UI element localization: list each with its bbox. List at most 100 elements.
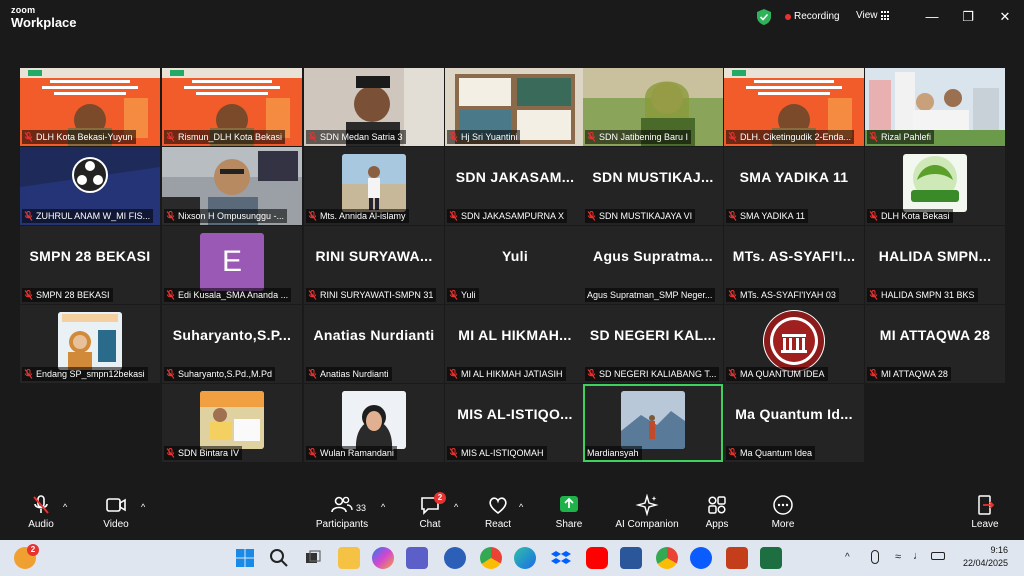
participant-tile[interactable]: Mts. Annida Al-islamy <box>304 147 444 225</box>
teams-icon[interactable] <box>406 547 428 569</box>
participant-name-label: Rizal Pahlefi <box>867 130 935 144</box>
muted-mic-icon <box>166 448 178 458</box>
volume-icon[interactable]: ♩ <box>913 550 924 562</box>
powerpoint-icon[interactable] <box>726 547 748 569</box>
word-icon[interactable] <box>620 547 642 569</box>
react-button[interactable]: React <box>463 494 533 530</box>
muted-mic-icon <box>308 448 320 458</box>
participant-name-label: DLH Kota Bekasi-Yuyun <box>22 130 136 144</box>
view-button[interactable]: View <box>856 10 878 21</box>
edge-icon[interactable] <box>514 547 536 569</box>
chat-caret-icon[interactable]: ^ <box>454 502 458 512</box>
participant-tile[interactable]: Ma Quantum Id... Ma Quantum Idea <box>724 384 864 462</box>
participant-tile[interactable]: MI ATTAQWA 28 MI ATTAQWA 28 <box>865 305 1005 383</box>
participant-tile[interactable]: Rizal Pahlefi <box>865 68 1005 146</box>
apps-icon <box>708 496 726 514</box>
participant-tile[interactable]: MI AL HIKMAH... MI AL HIKMAH JATIASIH <box>445 305 585 383</box>
participants-button[interactable]: Participants <box>307 494 377 530</box>
more-button[interactable]: More <box>748 494 818 530</box>
app-shortcut-icon[interactable] <box>444 547 466 569</box>
chrome-icon[interactable] <box>480 547 502 569</box>
participant-tile[interactable]: Suharyanto,S.P... Suharyanto,S.Pd.,M.Pd <box>162 305 302 383</box>
tray-overflow-chevron-icon[interactable]: ^ <box>845 552 850 563</box>
participant-name: DLH. Ciketingudik 2-Enda... <box>740 132 852 142</box>
participant-name-label: Ma Quantum Idea <box>726 446 816 460</box>
windows-start-icon[interactable] <box>234 547 256 569</box>
participant-tile[interactable]: SDN MUSTIKAJ... SDN MUSTIKAJAYA VI <box>583 147 723 225</box>
wifi-icon[interactable]: ≈ <box>895 551 901 563</box>
participant-tile[interactable]: Nixson H Ompusunggu -... <box>162 147 302 225</box>
ai-companion-button[interactable]: AI Companion <box>610 494 684 530</box>
participant-tile[interactable]: DLH. Ciketingudik 2-Enda... <box>724 68 864 146</box>
task-view-icon[interactable] <box>302 547 324 569</box>
muted-mic-icon <box>308 211 320 221</box>
participant-tile[interactable]: DLH Kota Bekasi <box>865 147 1005 225</box>
participant-tile[interactable]: Rismun_DLH Kota Bekasi <box>162 68 302 146</box>
youtube-icon[interactable] <box>586 547 608 569</box>
leave-button[interactable]: Leave <box>950 494 1020 530</box>
participant-tile[interactable]: Hj Sri Yuantini <box>445 68 585 146</box>
participant-tile[interactable]: Mardiansyah <box>583 384 723 462</box>
minimize-icon[interactable]: — <box>922 8 942 26</box>
chrome-profile-icon[interactable] <box>656 547 678 569</box>
restore-icon[interactable]: ❐ <box>958 8 978 26</box>
participant-tile[interactable]: Anatias Nurdianti Anatias Nurdianti <box>304 305 444 383</box>
muted-mic-icon <box>449 369 461 379</box>
participant-name-label: SD NEGERI KALIABANG T... <box>585 367 720 381</box>
grid-view-icon[interactable] <box>881 11 891 21</box>
participant-tile[interactable]: SDN Jatibening Baru I <box>583 68 723 146</box>
participant-tile[interactable]: SMA YADIKA 11 SMA YADIKA 11 <box>724 147 864 225</box>
participant-tile[interactable]: Agus Supratma... Agus Supratman_SMP Neger… <box>583 226 723 304</box>
dropbox-icon[interactable] <box>550 547 572 569</box>
video-options-caret-icon[interactable]: ^ <box>141 502 145 512</box>
participant-tile[interactable]: Endang SP_smpn12bekasi <box>20 305 160 383</box>
participant-tile[interactable]: Wulan Ramandani <box>304 384 444 462</box>
participant-tile[interactable]: SD NEGERI KAL... SD NEGERI KALIABANG T... <box>583 305 723 383</box>
security-shield-icon[interactable] <box>757 9 771 25</box>
participant-tile[interactable]: MA QUANTUM IDEA <box>724 305 864 383</box>
participant-tile[interactable]: SDN Bintara IV <box>162 384 302 462</box>
excel-icon[interactable] <box>760 547 782 569</box>
share-button[interactable]: Share <box>534 494 604 530</box>
clock[interactable]: 9:16 22/04/2025 <box>963 544 1008 570</box>
participant-tile[interactable]: MTs. AS-SYAFI'I... MTs. AS-SYAFI'IYAH 03 <box>724 226 864 304</box>
participants-caret-icon[interactable]: ^ <box>381 502 385 512</box>
participant-tile[interactable]: HALIDA SMPN... HALIDA SMPN 31 BKS <box>865 226 1005 304</box>
audio-button[interactable]: Audio <box>6 494 76 530</box>
heart-react-icon <box>489 497 507 515</box>
microphone-tray-icon[interactable] <box>871 550 879 564</box>
battery-icon[interactable] <box>931 552 945 560</box>
copilot-icon[interactable] <box>372 547 394 569</box>
clock-date: 22/04/2025 <box>962 558 1008 568</box>
participant-tile[interactable]: MIS AL-ISTIQO... MIS AL-ISTIQOMAH <box>445 384 585 462</box>
close-icon[interactable]: ✕ <box>995 8 1015 26</box>
participant-display-name: Ma Quantum Id... <box>735 406 853 422</box>
react-caret-icon[interactable]: ^ <box>519 502 523 512</box>
participant-name: SD NEGERI KALIABANG T... <box>599 369 717 379</box>
chat-button[interactable]: Chat <box>395 494 465 530</box>
participant-name-label: SDN MUSTIKAJAYA VI <box>585 209 696 223</box>
video-button[interactable]: Video <box>81 494 151 530</box>
muted-mic-icon <box>728 448 740 458</box>
apps-button[interactable]: Apps <box>682 494 752 530</box>
file-explorer-icon[interactable] <box>338 547 360 569</box>
participant-name: Yuli <box>461 290 476 300</box>
zoom-taskbar-icon[interactable] <box>690 547 712 569</box>
recording-label[interactable]: Recording <box>794 11 840 22</box>
muted-mic-icon <box>587 369 599 379</box>
participant-tile[interactable]: E Edi Kusala_SMA Ananda ... <box>162 226 302 304</box>
participant-name: Mts. Annida Al-islamy <box>320 211 406 221</box>
participant-tile[interactable]: SMPN 28 BEKASI SMPN 28 BEKASI <box>20 226 160 304</box>
search-icon[interactable] <box>268 547 290 569</box>
participant-tile[interactable]: SDN JAKASAM... SDN JAKASAMPURNA X <box>445 147 585 225</box>
participant-tile[interactable]: Yuli Yuli <box>445 226 585 304</box>
go-green-logo <box>903 154 967 212</box>
participant-tile[interactable]: ZUHRUL ANAM W_MI FIS... <box>20 147 160 225</box>
audio-options-caret-icon[interactable]: ^ <box>63 502 67 512</box>
participant-tile[interactable]: DLH Kota Bekasi-Yuyun <box>20 68 160 146</box>
participant-name-label: DLH Kota Bekasi <box>867 209 953 223</box>
participant-name-label: Endang SP_smpn12bekasi <box>22 367 148 381</box>
participant-tile[interactable]: SDN Medan Satria 3 <box>304 68 444 146</box>
participant-name-label: SDN Jatibening Baru I <box>585 130 692 144</box>
participant-tile[interactable]: RINI SURYAWA... RINI SURYAWATI-SMPN 31 <box>304 226 444 304</box>
